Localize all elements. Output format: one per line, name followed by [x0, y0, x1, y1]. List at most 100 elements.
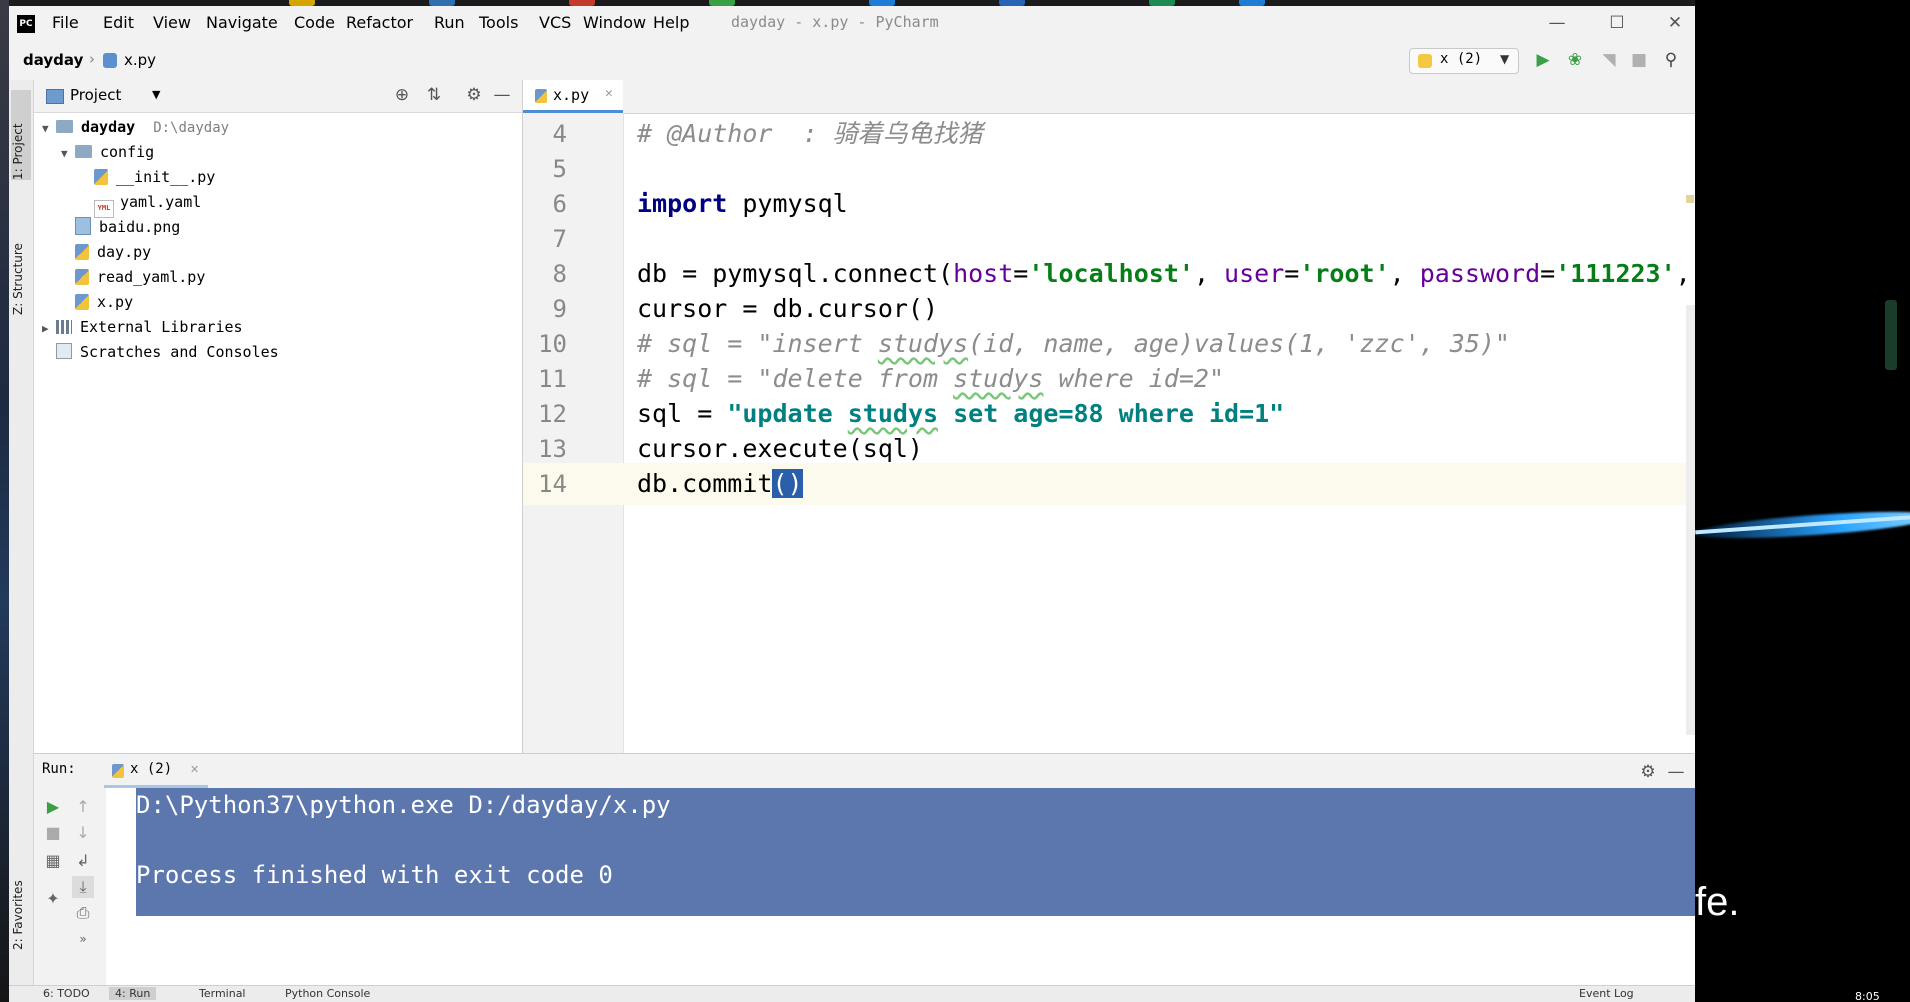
- menu-help[interactable]: Help: [653, 13, 689, 32]
- gear-icon[interactable]: ⚙: [464, 85, 484, 105]
- hide-panel-icon[interactable]: —: [492, 85, 512, 105]
- tool-tab-structure[interactable]: Z: Structure: [11, 205, 31, 315]
- search-icon[interactable]: ⚲: [1661, 50, 1681, 70]
- png-icon: [75, 217, 91, 235]
- run-configuration-label: x (2): [1440, 51, 1483, 67]
- tool-tab-project[interactable]: 1: Project: [11, 90, 31, 180]
- tree-item[interactable]: baidu.png: [61, 215, 180, 240]
- run-tab-label: x (2): [130, 761, 173, 777]
- pin-icon[interactable]: ✦: [42, 888, 64, 910]
- tree-item[interactable]: Scratches and Consoles: [42, 340, 279, 365]
- more-icon[interactable]: »: [72, 928, 94, 950]
- tree-item[interactable]: day.py: [61, 240, 151, 265]
- menu-navigate[interactable]: Navigate: [206, 13, 278, 32]
- scroll-up-icon[interactable]: ↑: [72, 796, 94, 818]
- python-icon: [1418, 54, 1432, 68]
- tree-item[interactable]: x.py: [61, 290, 133, 315]
- menu-vcs[interactable]: VCS: [539, 13, 571, 32]
- console-output[interactable]: D:\Python37\python.exe D:/dayday/x.py Pr…: [136, 788, 1695, 916]
- layout-icon[interactable]: ▦: [42, 850, 64, 872]
- coverage-icon[interactable]: ◥: [1599, 50, 1619, 70]
- print-icon[interactable]: ⎙: [72, 902, 94, 924]
- expanded-arrow-icon[interactable]: ▼: [61, 141, 75, 166]
- stop-icon[interactable]: ■: [1629, 50, 1649, 70]
- debug-icon[interactable]: ❀: [1565, 50, 1585, 70]
- console-line: D:\Python37\python.exe D:/dayday/x.py: [136, 791, 671, 819]
- run-configuration-select[interactable]: x (2) ▼: [1409, 48, 1519, 74]
- menu-file[interactable]: File: [52, 13, 79, 32]
- menu-code[interactable]: Code: [294, 13, 335, 32]
- tree-item[interactable]: YML yaml.yaml: [80, 190, 201, 218]
- tree-item[interactable]: ▶ External Libraries: [42, 315, 243, 340]
- expanded-arrow-icon[interactable]: ▼: [42, 116, 56, 141]
- python-icon: [112, 764, 124, 778]
- minimize-icon[interactable]: —: [1537, 10, 1577, 36]
- project-panel-title[interactable]: Project: [70, 86, 121, 104]
- scroll-to-end-icon[interactable]: ⤓: [72, 876, 94, 898]
- run-tab[interactable]: x (2) ✕: [104, 754, 208, 788]
- collapsed-arrow-icon[interactable]: ▶: [42, 316, 56, 341]
- code-line[interactable]: 14 db.commit(): [523, 463, 1695, 505]
- code-editor: x.py ✕ 4 # @Author : 骑着乌龟找猪 5 6 import pymys…: [523, 80, 1695, 804]
- menu-run[interactable]: Run: [434, 13, 465, 32]
- tree-item-label: dayday: [81, 118, 136, 136]
- close-tab-icon[interactable]: ✕: [190, 763, 199, 776]
- python-file-icon: [535, 89, 547, 103]
- py-icon: [94, 169, 108, 185]
- tool-window-run[interactable]: 4: Run: [109, 987, 157, 1000]
- tree-item[interactable]: __init__.py: [80, 165, 215, 190]
- menu-refactor[interactable]: Refactor: [346, 13, 413, 32]
- hide-panel-icon[interactable]: —: [1666, 762, 1686, 782]
- window-title: dayday - x.py - PyCharm: [731, 13, 939, 31]
- tree-item-label: External Libraries: [80, 318, 243, 336]
- scroll-down-icon[interactable]: ↓: [72, 822, 94, 844]
- left-tool-strip: 1: Project Z: Structure 2: Favorites: [9, 80, 34, 985]
- run-icon[interactable]: ▶: [1533, 50, 1553, 70]
- event-log[interactable]: Event Log: [1579, 987, 1634, 1000]
- breadcrumb-file[interactable]: x.py: [124, 51, 156, 69]
- tree-item-label: Scratches and Consoles: [80, 343, 279, 361]
- desktop-decoration: [1885, 300, 1897, 370]
- run-toolbar: ▶ ↑ ■ ↓ ▦ ↲ ⤓ ✦ ⎙ »: [34, 788, 106, 986]
- line-number: 14: [538, 470, 567, 498]
- breadcrumb-project[interactable]: dayday: [23, 51, 83, 69]
- chevron-down-icon[interactable]: ▼: [152, 88, 160, 101]
- project-panel-header: Project ▼ ⊕ ⇅ ⚙ —: [34, 80, 522, 113]
- tool-tab-favorites[interactable]: 2: Favorites: [11, 850, 31, 950]
- tree-item[interactable]: ▼ config: [61, 140, 154, 165]
- menu-view[interactable]: View: [153, 13, 191, 32]
- menu-bar: PC File Edit View Navigate Code Refactor…: [9, 6, 1695, 40]
- taskbar-clock: 8:05: [1855, 990, 1880, 1002]
- tool-window-todo[interactable]: 6: TODO: [43, 987, 90, 1000]
- tree-item-label: __init__.py: [116, 168, 216, 186]
- soft-wrap-icon[interactable]: ↲: [72, 850, 94, 872]
- desktop-background-left: [0, 0, 9, 1002]
- tool-window-python-console[interactable]: Python Console: [285, 987, 370, 1000]
- tree-item[interactable]: read_yaml.py: [61, 265, 205, 290]
- py-icon: [75, 294, 89, 310]
- tree-item[interactable]: ▼ dayday D:\dayday: [42, 115, 229, 140]
- menu-window[interactable]: Window: [583, 13, 646, 32]
- maximize-icon[interactable]: ☐: [1597, 10, 1637, 36]
- close-window-icon[interactable]: ✕: [1655, 10, 1695, 36]
- stop-icon[interactable]: ■: [42, 822, 64, 844]
- folder-icon: [75, 145, 92, 158]
- inspection-marker-icon[interactable]: [1686, 195, 1694, 203]
- locate-icon[interactable]: ⊕: [392, 85, 412, 105]
- tree-item-label: day.py: [97, 243, 152, 261]
- collapse-all-icon[interactable]: ⇅: [424, 85, 444, 105]
- run-panel-label: Run:: [42, 761, 76, 777]
- vertical-scrollbar[interactable]: [1686, 305, 1695, 735]
- run-panel-header: Run: x (2) ✕ ⚙ —: [34, 754, 1695, 788]
- menu-tools[interactable]: Tools: [479, 13, 518, 32]
- chevron-down-icon: ▼: [1500, 52, 1510, 66]
- rerun-icon[interactable]: ▶: [42, 796, 64, 818]
- editor-tab-x-py[interactable]: x.py ✕: [523, 80, 623, 113]
- navigation-bar: dayday › x.py x (2) ▼ ▶ ❀ ◥ ■ ⚲: [9, 40, 1695, 81]
- close-tab-icon[interactable]: ✕: [605, 86, 613, 101]
- gear-icon[interactable]: ⚙: [1638, 762, 1658, 782]
- menu-edit[interactable]: Edit: [103, 13, 134, 32]
- tool-window-terminal[interactable]: Terminal: [199, 987, 246, 1000]
- desktop-wallpaper-text: fe.: [1695, 880, 1740, 924]
- lib-icon: [56, 320, 72, 334]
